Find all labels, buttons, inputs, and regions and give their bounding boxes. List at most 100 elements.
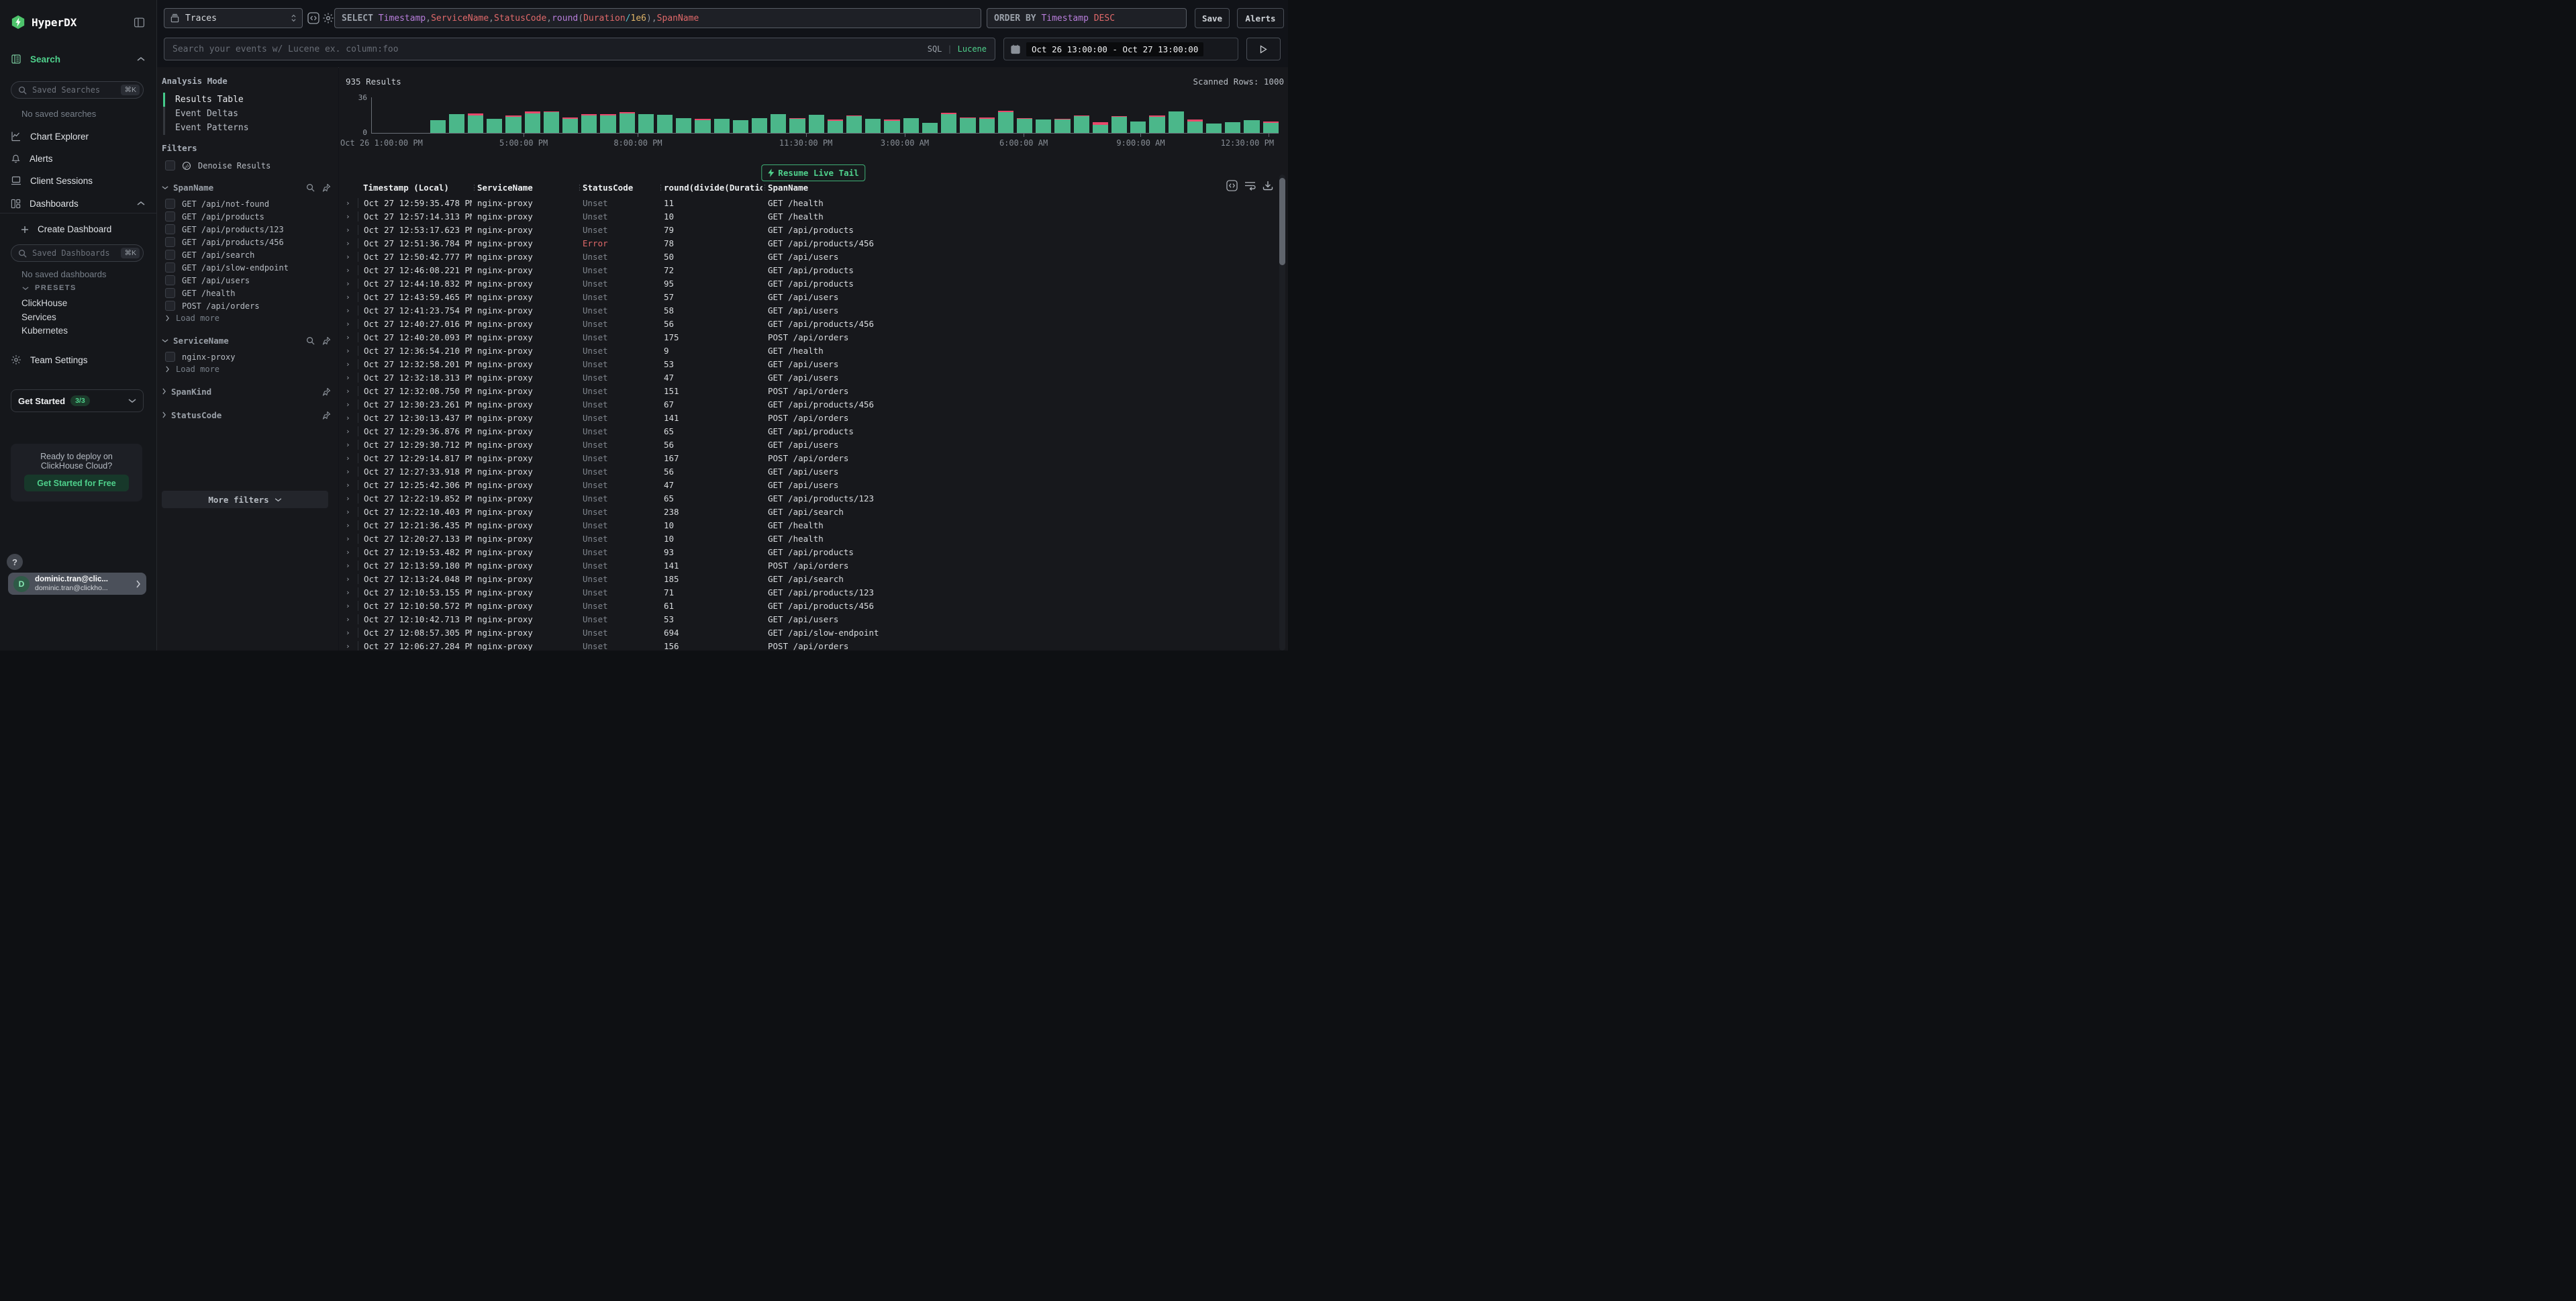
row-expand-chevron-icon[interactable]: › xyxy=(339,534,358,543)
filter-value-checkbox[interactable]: GET /api/products xyxy=(165,211,326,222)
alerts-button[interactable]: Alerts xyxy=(1237,8,1284,28)
lang-sql-toggle[interactable]: SQL xyxy=(928,44,942,54)
histogram-bar[interactable] xyxy=(884,97,899,133)
row-expand-chevron-icon[interactable]: › xyxy=(339,642,358,650)
row-expand-chevron-icon[interactable]: › xyxy=(339,360,358,369)
row-expand-chevron-icon[interactable]: › xyxy=(339,306,358,315)
table-row[interactable]: ›Oct 27 12:51:36.784 PMnginx-proxyError7… xyxy=(339,236,1279,250)
histogram-bar[interactable] xyxy=(1093,97,1108,133)
histogram-bar[interactable] xyxy=(1187,97,1203,133)
load-more-button[interactable]: Load more xyxy=(165,364,219,375)
row-expand-chevron-icon[interactable]: › xyxy=(339,387,358,395)
checkbox[interactable] xyxy=(165,160,175,171)
table-row[interactable]: ›Oct 27 12:40:20.093 PMnginx-proxyUnset1… xyxy=(339,330,1279,344)
table-row[interactable]: ›Oct 27 12:13:59.180 PMnginx-proxyUnset1… xyxy=(339,559,1279,572)
row-expand-chevron-icon[interactable]: › xyxy=(339,279,358,288)
histogram-bar[interactable] xyxy=(1206,97,1222,133)
row-expand-chevron-icon[interactable]: › xyxy=(339,575,358,583)
histogram-bar[interactable] xyxy=(1054,97,1070,133)
histogram-bar[interactable] xyxy=(392,97,407,133)
sidebar-item-alerts[interactable]: Alerts xyxy=(11,152,145,164)
histogram-bar[interactable] xyxy=(505,97,521,133)
row-expand-chevron-icon[interactable]: › xyxy=(339,588,358,597)
checkbox[interactable] xyxy=(165,275,175,285)
source-select[interactable]: Traces xyxy=(164,8,303,28)
event-search-input[interactable]: Search your events w/ Lucene ex. column:… xyxy=(164,38,995,60)
column-resize-handle[interactable]: ⋮ xyxy=(658,183,664,192)
select-clause-input[interactable]: SELECT Timestamp,ServiceName,StatusCode,… xyxy=(334,8,981,28)
row-expand-chevron-icon[interactable]: › xyxy=(339,293,358,301)
user-menu[interactable]: D dominic.tran@clic... dominic.tran@clic… xyxy=(8,573,146,595)
row-expand-chevron-icon[interactable]: › xyxy=(339,400,358,409)
resume-live-tail-button[interactable]: Resume Live Tail xyxy=(761,164,865,181)
histogram-bar[interactable] xyxy=(657,97,673,133)
analysis-mode-event-patterns[interactable]: Event Patterns xyxy=(163,121,324,135)
presets-toggle[interactable]: PRESETS xyxy=(22,284,77,292)
column-header-1[interactable]: ⋮ServiceName xyxy=(472,183,577,195)
row-expand-chevron-icon[interactable]: › xyxy=(339,521,358,530)
row-expand-chevron-icon[interactable]: › xyxy=(339,440,358,449)
row-expand-chevron-icon[interactable]: › xyxy=(339,239,358,248)
histogram-bar[interactable] xyxy=(809,97,824,133)
table-row[interactable]: ›Oct 27 12:32:18.313 PMnginx-proxyUnset4… xyxy=(339,371,1279,384)
histogram-bar[interactable] xyxy=(449,97,464,133)
pin-icon[interactable] xyxy=(322,411,331,420)
histogram-bar[interactable] xyxy=(960,97,975,133)
source-settings-gear-icon[interactable] xyxy=(322,12,334,24)
histogram-bar[interactable] xyxy=(695,97,710,133)
checkbox[interactable] xyxy=(165,224,175,234)
histogram-bar[interactable] xyxy=(1169,97,1184,133)
table-row[interactable]: ›Oct 27 12:30:23.261 PMnginx-proxyUnset6… xyxy=(339,397,1279,411)
row-expand-chevron-icon[interactable]: › xyxy=(339,454,358,463)
histogram-bar[interactable] xyxy=(638,97,654,133)
histogram-bar[interactable] xyxy=(544,97,559,133)
table-row[interactable]: ›Oct 27 12:29:36.876 PMnginx-proxyUnset6… xyxy=(339,424,1279,438)
table-row[interactable]: ›Oct 27 12:53:17.623 PMnginx-proxyUnset7… xyxy=(339,223,1279,236)
table-row[interactable]: ›Oct 27 12:59:35.478 PMnginx-proxyUnset1… xyxy=(339,196,1279,209)
filter-value-checkbox[interactable]: GET /api/not-found xyxy=(165,198,326,209)
column-resize-handle[interactable]: ⋮ xyxy=(762,183,769,192)
filter-group-statuscode[interactable]: StatusCode xyxy=(162,409,331,421)
checkbox[interactable] xyxy=(165,262,175,273)
histogram-bar[interactable] xyxy=(979,97,995,133)
histogram-bar[interactable] xyxy=(1263,97,1279,133)
checkbox[interactable] xyxy=(165,288,175,298)
table-row[interactable]: ›Oct 27 12:32:08.750 PMnginx-proxyUnset1… xyxy=(339,384,1279,397)
row-expand-chevron-icon[interactable]: › xyxy=(339,333,358,342)
search-icon[interactable] xyxy=(306,336,315,345)
table-row[interactable]: ›Oct 27 12:06:27.284 PMnginx-proxyUnset1… xyxy=(339,639,1279,650)
filter-value-checkbox[interactable]: GET /api/products/123 xyxy=(165,224,326,235)
preset-item-services[interactable]: Services xyxy=(21,312,56,322)
histogram-bar[interactable] xyxy=(733,97,748,133)
histogram-bar[interactable] xyxy=(600,97,615,133)
row-expand-chevron-icon[interactable]: › xyxy=(339,252,358,261)
row-expand-chevron-icon[interactable]: › xyxy=(339,494,358,503)
table-row[interactable]: ›Oct 27 12:08:57.305 PMnginx-proxyUnset6… xyxy=(339,626,1279,639)
row-expand-chevron-icon[interactable]: › xyxy=(339,481,358,489)
saved-dashboards-input[interactable]: Saved Dashboards ⌘K xyxy=(11,244,144,262)
filter-group-servicename[interactable]: ServiceName xyxy=(162,334,331,346)
denoise-results-checkbox[interactable]: Denoise Results xyxy=(165,160,326,171)
table-row[interactable]: ›Oct 27 12:40:27.016 PMnginx-proxyUnset5… xyxy=(339,317,1279,330)
histogram-bar[interactable] xyxy=(430,97,446,133)
histogram-bar[interactable] xyxy=(865,97,881,133)
histogram-bar[interactable] xyxy=(789,97,805,133)
row-expand-chevron-icon[interactable]: › xyxy=(339,615,358,624)
table-row[interactable]: ›Oct 27 12:19:53.482 PMnginx-proxyUnset9… xyxy=(339,545,1279,559)
filter-value-checkbox[interactable]: GET /api/users xyxy=(165,275,326,286)
table-row[interactable]: ›Oct 27 12:10:42.713 PMnginx-proxyUnset5… xyxy=(339,612,1279,626)
histogram-bar[interactable] xyxy=(411,97,426,133)
row-expand-chevron-icon[interactable]: › xyxy=(339,601,358,610)
table-row[interactable]: ›Oct 27 12:44:10.832 PMnginx-proxyUnset9… xyxy=(339,277,1279,290)
histogram-bar[interactable] xyxy=(487,97,502,133)
filter-value-checkbox[interactable]: GET /api/products/456 xyxy=(165,236,326,248)
histogram-bar[interactable] xyxy=(828,97,843,133)
column-resize-handle[interactable]: ⋮ xyxy=(472,183,478,192)
scrollbar-thumb[interactable] xyxy=(1279,178,1285,265)
histogram-bar[interactable] xyxy=(1036,97,1051,133)
create-dashboard-button[interactable]: Create Dashboard xyxy=(21,224,148,234)
row-expand-chevron-icon[interactable]: › xyxy=(339,266,358,275)
table-row[interactable]: ›Oct 27 12:13:24.048 PMnginx-proxyUnset1… xyxy=(339,572,1279,585)
checkbox[interactable] xyxy=(165,352,175,362)
column-header-4[interactable]: ⋮SpanName xyxy=(762,183,1279,195)
